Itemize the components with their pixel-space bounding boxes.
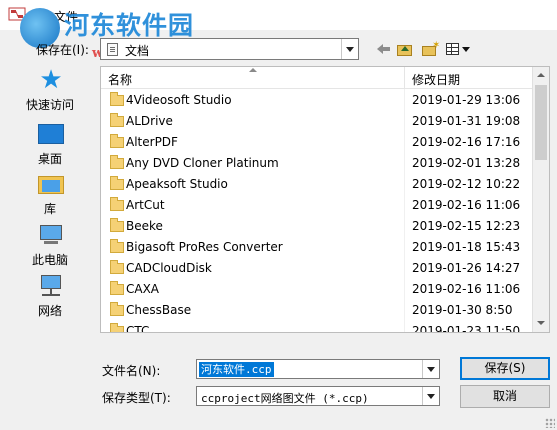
folder-icon [110, 134, 124, 148]
library-icon [38, 172, 64, 196]
table-row[interactable]: CTC 2019-01-23 11:50 [101, 322, 534, 333]
file-date: 2019-02-01 13:28 [412, 156, 521, 170]
vertical-scrollbar[interactable] [532, 67, 549, 332]
place-desktop[interactable]: 桌面 [18, 120, 82, 168]
file-name: ALDrive [126, 114, 173, 128]
file-name: AlterPDF [126, 135, 178, 149]
new-folder-icon[interactable]: ✶ [421, 40, 440, 58]
file-date: 2019-02-15 12:23 [412, 219, 521, 233]
table-row[interactable]: CAXA 2019-02-16 11:06 [101, 280, 534, 301]
file-name: Any DVD Cloner Platinum [126, 156, 279, 170]
save-in-label: 保存在(I): [36, 43, 89, 57]
folder-icon [110, 92, 124, 106]
filename-field[interactable]: 河东软件.ccp [196, 359, 440, 379]
sort-up-icon [249, 68, 257, 73]
file-list[interactable]: 名称 修改日期 4Videosoft Studio 2019-01-29 13:0… [100, 66, 550, 333]
filetype-value: ccproject网络图文件 (*.ccp) [201, 392, 369, 405]
file-name: CTC [126, 324, 150, 333]
app-icon [8, 7, 26, 21]
file-name: Beeke [126, 219, 163, 233]
title-bar: 保存文件 [0, 0, 557, 30]
file-name: Apeaksoft Studio [126, 177, 228, 191]
table-row[interactable]: CADCloudDisk 2019-01-26 14:27 [101, 259, 534, 280]
chevron-down-icon[interactable] [422, 360, 439, 378]
filetype-dropdown[interactable]: ccproject网络图文件 (*.ccp) [196, 386, 440, 406]
folder-icon [110, 260, 124, 274]
file-name: ArtCut [126, 198, 165, 212]
file-date: 2019-02-16 11:06 [412, 198, 521, 212]
window-title: 保存文件 [30, 10, 79, 24]
file-date: 2019-01-30 8:50 [412, 303, 513, 317]
file-date: 2019-01-23 11:50 [412, 324, 521, 333]
table-row[interactable]: AlterPDF 2019-02-16 17:16 [101, 133, 534, 154]
folder-icon [110, 323, 124, 332]
scroll-up-icon[interactable] [533, 67, 549, 84]
folder-icon [110, 239, 124, 253]
column-divider[interactable] [404, 67, 405, 89]
file-date: 2019-01-31 19:08 [412, 114, 521, 128]
scroll-down-icon[interactable] [533, 315, 549, 332]
folder-icon [110, 113, 124, 127]
place-network[interactable]: 网络 [18, 272, 82, 320]
column-header-name[interactable]: 名称 [108, 71, 132, 88]
place-label: 库 [43, 202, 56, 216]
folder-icon [110, 176, 124, 190]
chevron-down-icon[interactable] [341, 39, 358, 59]
folder-icon [110, 281, 124, 295]
scroll-thumb[interactable] [535, 85, 547, 160]
filename-value[interactable]: 河东软件.ccp [199, 362, 274, 377]
place-this-pc[interactable]: 此电脑 [18, 221, 82, 269]
table-row[interactable]: Beeke 2019-02-15 12:23 [101, 217, 534, 238]
chevron-down-icon[interactable] [422, 387, 439, 405]
table-row[interactable]: Any DVD Cloner Platinum 2019-02-01 13:28 [101, 154, 534, 175]
table-row[interactable]: ALDrive 2019-01-31 19:08 [101, 112, 534, 133]
folder-icon [110, 302, 124, 316]
table-row[interactable]: 4Videosoft Studio 2019-01-29 13:06 [101, 91, 534, 112]
file-date: 2019-01-29 13:06 [412, 93, 521, 107]
folder-icon [110, 218, 124, 232]
file-date: 2019-02-12 10:22 [412, 177, 521, 191]
view-menu-icon[interactable] [445, 40, 471, 58]
file-date: 2019-02-16 11:06 [412, 282, 521, 296]
column-header-date[interactable]: 修改日期 [412, 71, 460, 88]
save-button[interactable]: 保存(S) [460, 357, 550, 380]
back-icon[interactable] [375, 40, 391, 58]
file-date: 2019-01-26 14:27 [412, 261, 521, 275]
file-name: ChessBase [126, 303, 192, 317]
filename-label: 文件名(N): [102, 364, 161, 378]
file-name: Bigasoft ProRes Converter [126, 240, 283, 254]
computer-icon [38, 223, 64, 247]
table-row[interactable]: ChessBase 2019-01-30 8:50 [101, 301, 534, 322]
folder-icon [110, 197, 124, 211]
place-quick-access[interactable]: ★ 快速访问 [18, 66, 82, 114]
cancel-button[interactable]: 取消 [460, 385, 550, 408]
place-label: 快速访问 [25, 98, 74, 112]
folder-icon [110, 155, 124, 169]
save-in-dropdown[interactable]: 文档 [100, 38, 359, 60]
file-date: 2019-02-16 17:16 [412, 135, 521, 149]
place-label: 此电脑 [31, 253, 68, 267]
filetype-label: 保存类型(T): [102, 391, 171, 405]
documents-folder-icon [107, 43, 118, 56]
place-label: 网络 [37, 304, 62, 318]
list-header: 名称 修改日期 [101, 67, 534, 89]
up-one-level-icon[interactable] [396, 40, 413, 58]
file-date: 2019-01-18 15:43 [412, 240, 521, 254]
save-in-value: 文档 [125, 44, 150, 58]
table-row[interactable]: ArtCut 2019-02-16 11:06 [101, 196, 534, 217]
table-row[interactable]: Apeaksoft Studio 2019-02-12 10:22 [101, 175, 534, 196]
file-name: CAXA [126, 282, 160, 296]
file-name: CADCloudDisk [126, 261, 212, 275]
star-icon: ★ [39, 65, 63, 95]
file-name: 4Videosoft Studio [126, 93, 232, 107]
resize-grip-icon[interactable] [545, 418, 555, 428]
desktop-icon [38, 124, 64, 144]
network-icon [38, 274, 64, 298]
place-label: 桌面 [37, 152, 62, 166]
place-library[interactable]: 库 [18, 170, 82, 218]
table-row[interactable]: Bigasoft ProRes Converter 2019-01-18 15:4… [101, 238, 534, 259]
